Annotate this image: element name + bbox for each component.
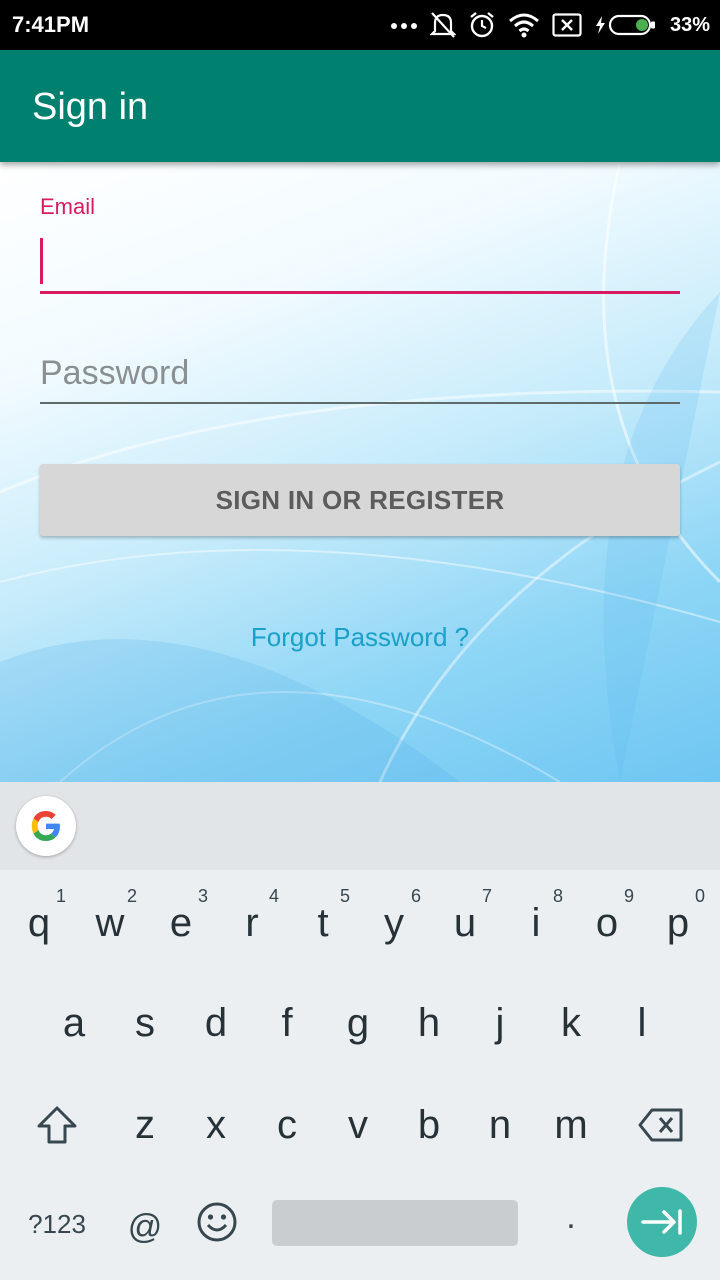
key-k[interactable]: k <box>536 978 606 1068</box>
backspace-key[interactable] <box>626 1080 696 1170</box>
shift-icon <box>37 1106 77 1144</box>
key-v[interactable]: v <box>323 1080 393 1170</box>
sign-in-form: Email Password SIGN IN OR REGISTER Forgo… <box>0 162 720 782</box>
app-bar: Sign in <box>0 50 720 162</box>
battery-icon <box>594 13 658 37</box>
key-h[interactable]: h <box>394 978 464 1068</box>
forgot-password-link[interactable]: Forgot Password ? <box>0 622 720 653</box>
key-hint-0: 0 <box>695 886 706 906</box>
keyboard-suggestion-bar <box>0 782 720 870</box>
text-cursor <box>40 238 43 284</box>
shift-key[interactable] <box>22 1080 92 1170</box>
key-j[interactable]: j <box>465 978 535 1068</box>
status-time: 7:41PM <box>12 12 90 37</box>
period-key[interactable]: . <box>556 1192 586 1242</box>
tab-next-icon <box>641 1209 682 1235</box>
key-hint-6: 6 <box>411 886 422 906</box>
symbols-key[interactable]: ?123 <box>20 1202 94 1246</box>
key-x[interactable]: x <box>181 1080 251 1170</box>
key-g[interactable]: g <box>323 978 393 1068</box>
key-hint-8: 8 <box>553 886 564 906</box>
key-m[interactable]: m <box>536 1080 606 1170</box>
key-hint-9: 9 <box>624 886 635 906</box>
key-n[interactable]: n <box>465 1080 535 1170</box>
wifi-icon <box>508 12 540 38</box>
sign-in-or-register-button[interactable]: SIGN IN OR REGISTER <box>40 464 680 536</box>
status-bar: 7:41PM 33% <box>0 0 720 50</box>
alarm-icon <box>468 11 496 39</box>
google-search-button[interactable] <box>16 796 76 856</box>
key-hint-3: 3 <box>198 886 209 906</box>
emoji-key[interactable] <box>182 1177 252 1267</box>
key-f[interactable]: f <box>252 978 322 1068</box>
at-key[interactable]: @ <box>120 1202 170 1252</box>
key-hint-1: 1 <box>56 886 67 906</box>
notifications-off-icon <box>429 11 456 39</box>
battery-percentage: 33% <box>669 13 710 36</box>
emoji-icon <box>197 1202 237 1242</box>
email-label: Email <box>40 194 96 219</box>
status-icons: 33% <box>390 8 710 42</box>
email-field[interactable] <box>40 234 680 294</box>
key-c[interactable]: c <box>252 1080 322 1170</box>
enter-key[interactable] <box>627 1187 697 1257</box>
key-hint-7: 7 <box>482 886 493 906</box>
key-d[interactable]: d <box>181 978 251 1068</box>
more-dots-icon <box>390 20 418 30</box>
key-hint-2: 2 <box>127 886 138 906</box>
space-key[interactable] <box>272 1200 518 1246</box>
backspace-icon <box>638 1108 683 1142</box>
key-z[interactable]: z <box>110 1080 180 1170</box>
key-s[interactable]: s <box>110 978 180 1068</box>
sim-card-icon <box>552 13 582 37</box>
password-field[interactable]: Password <box>40 344 680 404</box>
key-a[interactable]: a <box>39 978 109 1068</box>
password-placeholder: Password <box>40 354 190 392</box>
key-l[interactable]: l <box>607 978 677 1068</box>
page-title: Sign in <box>32 86 149 128</box>
key-b[interactable]: b <box>394 1080 464 1170</box>
key-hint-4: 4 <box>269 886 280 906</box>
soft-keyboard: q1w2e3r4t5y6u7i8o9p0 asdfghjkl zxcvbnm ?… <box>0 782 720 1280</box>
google-g-icon <box>31 811 60 841</box>
key-hint-5: 5 <box>340 886 351 906</box>
